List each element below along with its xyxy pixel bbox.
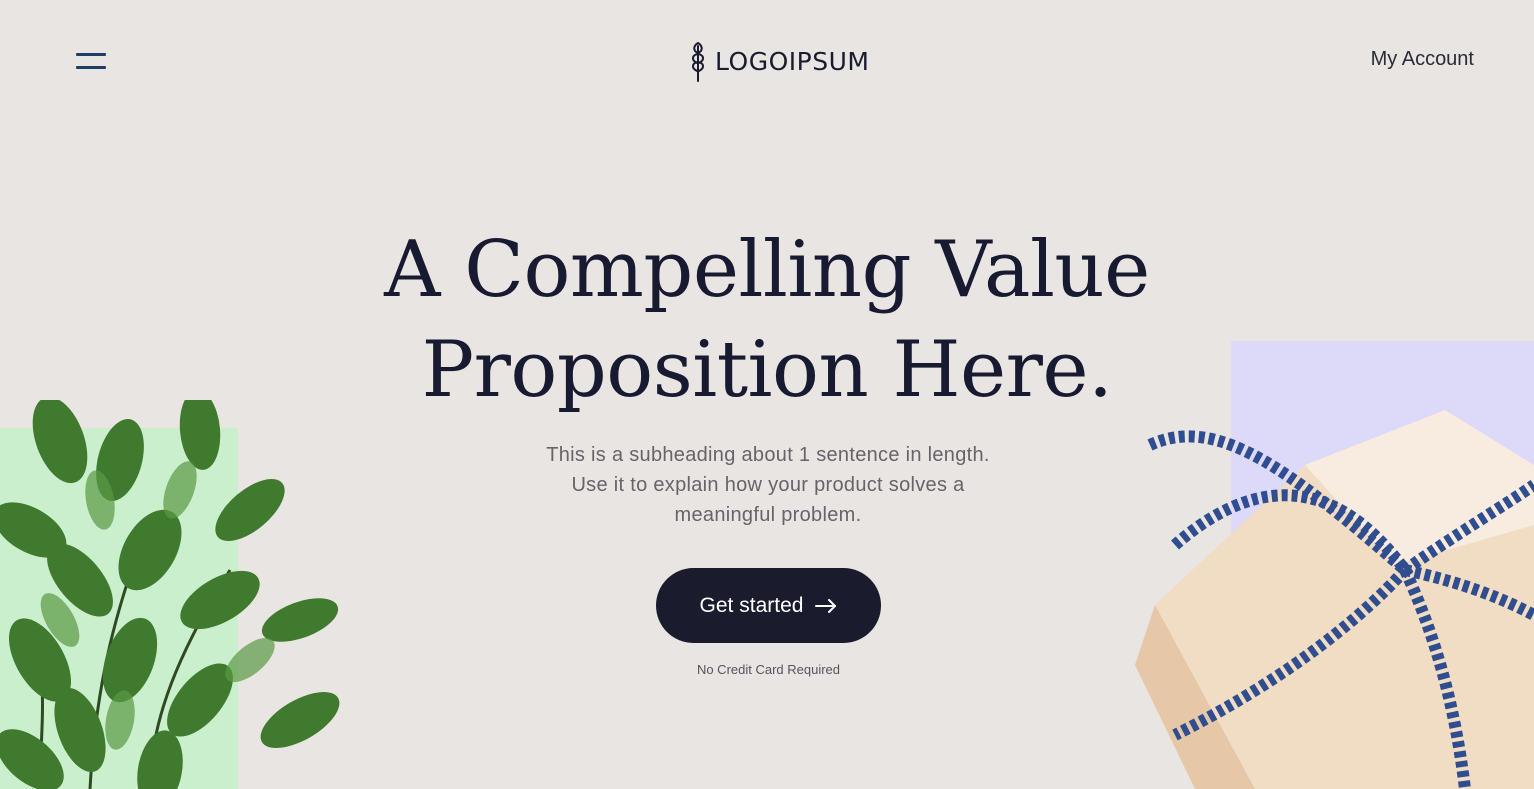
get-started-button[interactable]: Get started	[656, 568, 881, 643]
my-account-link[interactable]: My Account	[1371, 48, 1474, 71]
wheat-icon	[692, 41, 704, 82]
hamburger-icon	[76, 53, 106, 56]
get-started-label: Get started	[699, 593, 804, 617]
arrow-right-icon	[815, 598, 837, 613]
hero-title: A Compelling Value Proposition Here.	[0, 220, 1534, 420]
logo-text: LOGOIPSUM	[715, 46, 870, 76]
landing-page: LOGOIPSUM My Account A Compelling Value …	[0, 0, 1534, 789]
hero-title-line-1: A Compelling Value	[384, 225, 1150, 315]
logo[interactable]: LOGOIPSUM	[687, 40, 869, 82]
gift-box-image	[1135, 410, 1534, 789]
hero-subheading: This is a subheading about 1 sentence in…	[546, 444, 990, 526]
menu-button[interactable]	[76, 50, 107, 72]
plant-image	[0, 400, 340, 789]
hamburger-icon-line	[76, 66, 106, 69]
hero-title-line-2: Proposition Here.	[421, 325, 1113, 415]
